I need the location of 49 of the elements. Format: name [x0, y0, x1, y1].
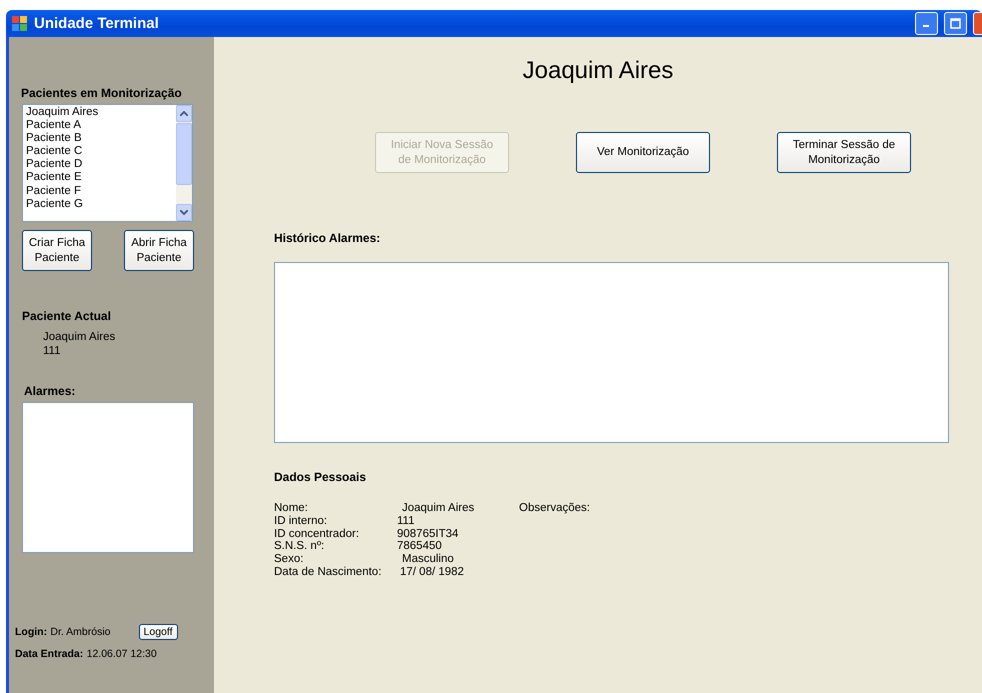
- chevron-down-icon: [180, 210, 188, 215]
- field-label: Data de Nascimento:: [274, 566, 382, 579]
- minimize-button[interactable]: [915, 12, 938, 35]
- field-value: 7865450: [397, 540, 443, 554]
- field-value: 908765IT34: [397, 528, 460, 540]
- patient-list[interactable]: Joaquim Aires Paciente A Paciente B Paciente C Paciente D Paciente E Paciente F Paciente G: [22, 104, 193, 222]
- login-value: Dr. Ambrósio: [50, 626, 111, 638]
- chevron-up-icon: [180, 111, 188, 116]
- list-item[interactable]: Paciente C: [26, 145, 173, 158]
- action-button[interactable]: Terminar Sessão de Monitorização: [777, 132, 911, 173]
- field-label: S.N.S. nº:: [274, 540, 326, 554]
- close-button[interactable]: [973, 12, 982, 35]
- patient-info: 111: [43, 344, 62, 358]
- action-button[interactable]: Abrir Ficha Paciente: [124, 230, 194, 271]
- patient-info: Joaquim Aires: [43, 330, 116, 344]
- action-button[interactable]: Criar Ficha Paciente: [22, 230, 92, 271]
- window-title: Unidade Terminal: [34, 15, 160, 32]
- section-title: Histórico Alarmes:: [274, 231, 382, 245]
- list-item[interactable]: Paciente E: [26, 171, 173, 185]
- section-title: Pacientes em Monitorização: [21, 86, 183, 100]
- field-value: Masculino: [401, 553, 455, 566]
- list-item[interactable]: Paciente D: [26, 158, 173, 172]
- maximize-button[interactable]: [944, 12, 967, 35]
- scrollbar[interactable]: [176, 105, 192, 221]
- field-label: ID concentrador:: [274, 528, 360, 540]
- field-label: ID interno:: [274, 514, 328, 528]
- section-title: Paciente Actual: [22, 309, 112, 323]
- alarms-list[interactable]: [22, 402, 194, 553]
- alarms-label: Alarmes:: [24, 384, 76, 398]
- logoff-button[interactable]: Logoff: [138, 624, 178, 640]
- entry-label: Data Entrada:: [15, 648, 84, 660]
- field-value: Joaquim Aires: [401, 502, 476, 515]
- login-label: Login:: [15, 626, 48, 638]
- list-item[interactable]: Paciente A: [26, 119, 173, 132]
- field-value: 17/ 08/ 1982: [399, 566, 465, 579]
- action-button[interactable]: Ver Monitorização: [576, 132, 710, 173]
- list-item[interactable]: Paciente G: [26, 198, 173, 211]
- list-item[interactable]: Paciente F: [26, 184, 173, 198]
- field-value: 111: [397, 514, 416, 528]
- notes-label: Observações:: [519, 502, 591, 515]
- section-title: Dados Pessoais: [274, 470, 368, 484]
- field-label: Sexo:: [274, 553, 304, 566]
- field-label: Nome:: [274, 502, 309, 515]
- patient-name-heading: Joaquim Aires: [522, 57, 674, 85]
- entry-value: 12.06.07 12:30: [86, 648, 157, 660]
- maximize-icon: [950, 18, 961, 29]
- list-item[interactable]: Paciente B: [26, 132, 173, 146]
- app-icon: [12, 16, 28, 32]
- list-item[interactable]: Joaquim Aires: [26, 106, 173, 120]
